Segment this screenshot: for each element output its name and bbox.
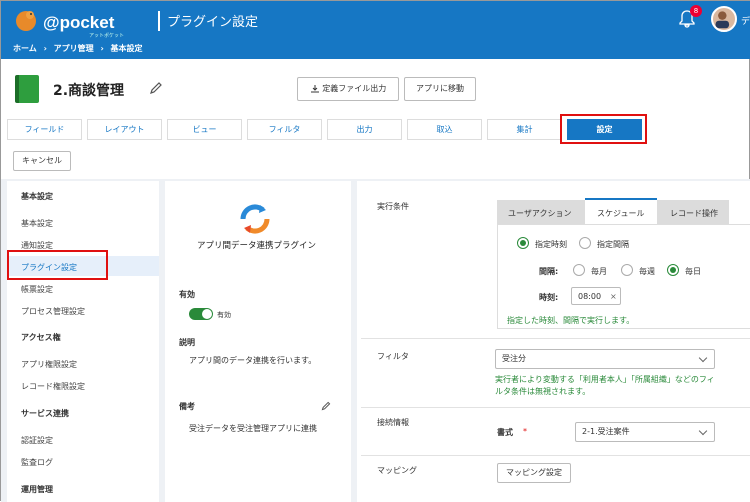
tab-view[interactable]: ビュー xyxy=(167,119,242,140)
format-label: 書式 xyxy=(497,428,513,437)
radio-daily[interactable] xyxy=(667,264,679,276)
tab-field[interactable]: フィールド xyxy=(7,119,82,140)
filter-label: フィルタ xyxy=(377,352,409,361)
description-label: 説明 xyxy=(179,338,195,347)
description-text: アプリ間のデータ連携を行います。 xyxy=(189,356,317,365)
highlight-plugin-item xyxy=(7,250,108,280)
time-label: 時刻: xyxy=(539,293,559,302)
time-value: 08:00 xyxy=(578,292,602,301)
edit-pencil-icon[interactable] xyxy=(149,81,163,95)
toggle-label: 有効 xyxy=(217,311,231,319)
radio-specified-interval[interactable] xyxy=(579,237,591,249)
breadcrumb-sep: › xyxy=(43,44,47,53)
time-input[interactable]: 08:00 × xyxy=(571,287,621,305)
page-title: プラグイン設定 xyxy=(167,15,259,30)
logo-text: @pocket xyxy=(43,13,115,32)
sidebar-section-service: サービス連携 xyxy=(21,409,69,418)
filter-hint: 実行者により変動する「利用者本人」「所属組織」などのフィルタ条件は無視されます。 xyxy=(495,375,715,396)
time-clear-icon[interactable]: × xyxy=(610,292,617,301)
user-name[interactable]: デ xyxy=(741,14,750,27)
enabled-label: 有効 xyxy=(179,290,195,299)
breadcrumb: ホーム › アプリ管理 › 基本設定 xyxy=(13,43,147,54)
filter-select[interactable]: 受注分 xyxy=(495,349,715,369)
breadcrumb-current: 基本設定 xyxy=(110,44,143,53)
download-icon xyxy=(310,84,319,92)
user-avatar[interactable] xyxy=(711,6,737,32)
chevron-down-icon xyxy=(698,353,708,363)
breadcrumb-home[interactable]: ホーム xyxy=(13,44,37,53)
tab-schedule[interactable]: スケジュール xyxy=(597,208,644,219)
schedule-hint: 指定した時刻、間隔で実行します。 xyxy=(507,316,635,325)
required-mark: * xyxy=(523,427,527,436)
edit-note-pencil-icon[interactable] xyxy=(321,401,331,411)
tab-output[interactable]: 出力 xyxy=(327,119,402,140)
sidebar-item-basic[interactable]: 基本設定 xyxy=(21,218,53,229)
notification-badge: 8 xyxy=(690,5,702,17)
plugin-info-panel: アプリ間データ連携プラグイン 有効 有効 説明 アプリ間のデータ連携を行います。… xyxy=(165,181,351,502)
sidebar-section-operation: 運用管理 xyxy=(21,485,53,494)
app-header: @pocket アットポケット プラグイン設定 ホーム › アプリ管理 › 基本… xyxy=(1,1,750,59)
note-label: 備考 xyxy=(179,402,195,411)
sync-arrows-icon xyxy=(240,204,270,234)
radio-specified-time[interactable] xyxy=(517,237,529,249)
specified-interval-label: 指定間隔 xyxy=(597,240,629,249)
sidebar-item-auth[interactable]: 認証設定 xyxy=(21,435,53,446)
plugin-name: アプリ間データ連携プラグイン xyxy=(197,241,317,251)
plugin-config-panel: 実行条件 ユーザアクション スケジュール レコード操作 指定時刻 指定間隔 間隔… xyxy=(357,181,750,502)
interval-label: 間隔: xyxy=(539,267,559,276)
tab-filter[interactable]: フィルタ xyxy=(247,119,322,140)
mapping-settings-button[interactable]: マッピング設定 xyxy=(497,463,571,483)
breadcrumb-app-admin[interactable]: アプリ管理 xyxy=(54,44,94,53)
format-select[interactable]: 2-1.受注案件 xyxy=(575,422,715,442)
divider xyxy=(361,455,750,456)
connection-label: 接続情報 xyxy=(377,418,409,427)
filter-value: 受注分 xyxy=(502,354,526,363)
chevron-down-icon xyxy=(698,426,708,436)
settings-tabs: フィールド レイアウト ビュー フィルタ 出力 取込 集計 設定 xyxy=(7,119,647,141)
tab-aggregate[interactable]: 集計 xyxy=(487,119,562,140)
notebook-icon xyxy=(15,75,39,103)
tab-import[interactable]: 取込 xyxy=(407,119,482,140)
exec-condition-label: 実行条件 xyxy=(377,202,409,211)
tab-user-action[interactable]: ユーザアクション xyxy=(508,208,571,219)
radio-monthly[interactable] xyxy=(573,264,585,276)
format-value: 2-1.受注案件 xyxy=(582,427,630,436)
sidebar-item-audit-log[interactable]: 監査ログ xyxy=(21,457,53,468)
logo-subtext: アットポケット xyxy=(89,33,125,39)
cancel-button[interactable]: キャンセル xyxy=(13,151,71,171)
mapping-label: マッピング xyxy=(377,466,417,475)
export-definition-button[interactable]: 定義ファイル出力 xyxy=(297,77,399,101)
kangaroo-logo-icon xyxy=(16,11,36,31)
sidebar-item-report[interactable]: 帳票設定 xyxy=(21,284,53,295)
breadcrumb-sep: › xyxy=(100,44,104,53)
logo[interactable]: @pocket アットポケット xyxy=(13,7,128,39)
sidebar-item-process[interactable]: プロセス管理設定 xyxy=(21,306,85,317)
tab-layout[interactable]: レイアウト xyxy=(87,119,162,140)
export-definition-label: 定義ファイル出力 xyxy=(322,84,387,93)
goto-app-button[interactable]: アプリに移動 xyxy=(404,77,476,101)
divider xyxy=(361,338,750,339)
daily-label: 毎日 xyxy=(685,267,701,276)
settings-sidebar: 基本設定 基本設定 通知設定 プラグイン設定 帳票設定 プロセス管理設定 アクセ… xyxy=(7,181,159,502)
sidebar-section-basic: 基本設定 xyxy=(21,192,53,201)
sidebar-section-access: アクセス権 xyxy=(21,333,61,342)
sidebar-item-record-permission[interactable]: レコード権限設定 xyxy=(21,381,85,392)
sidebar-item-app-permission[interactable]: アプリ権限設定 xyxy=(21,359,77,370)
tab-record-operation[interactable]: レコード操作 xyxy=(670,208,718,219)
header-divider xyxy=(158,11,160,31)
radio-weekly[interactable] xyxy=(621,264,633,276)
note-text: 受注データを受注管理アプリに連携 xyxy=(189,424,317,433)
specified-time-label: 指定時刻 xyxy=(535,240,567,249)
highlight-settings-tab xyxy=(560,114,647,144)
monthly-label: 毎月 xyxy=(591,267,607,276)
enabled-toggle[interactable] xyxy=(189,308,213,320)
app-name: 2.商談管理 xyxy=(53,83,125,99)
weekly-label: 毎週 xyxy=(639,267,655,276)
divider xyxy=(361,407,750,408)
